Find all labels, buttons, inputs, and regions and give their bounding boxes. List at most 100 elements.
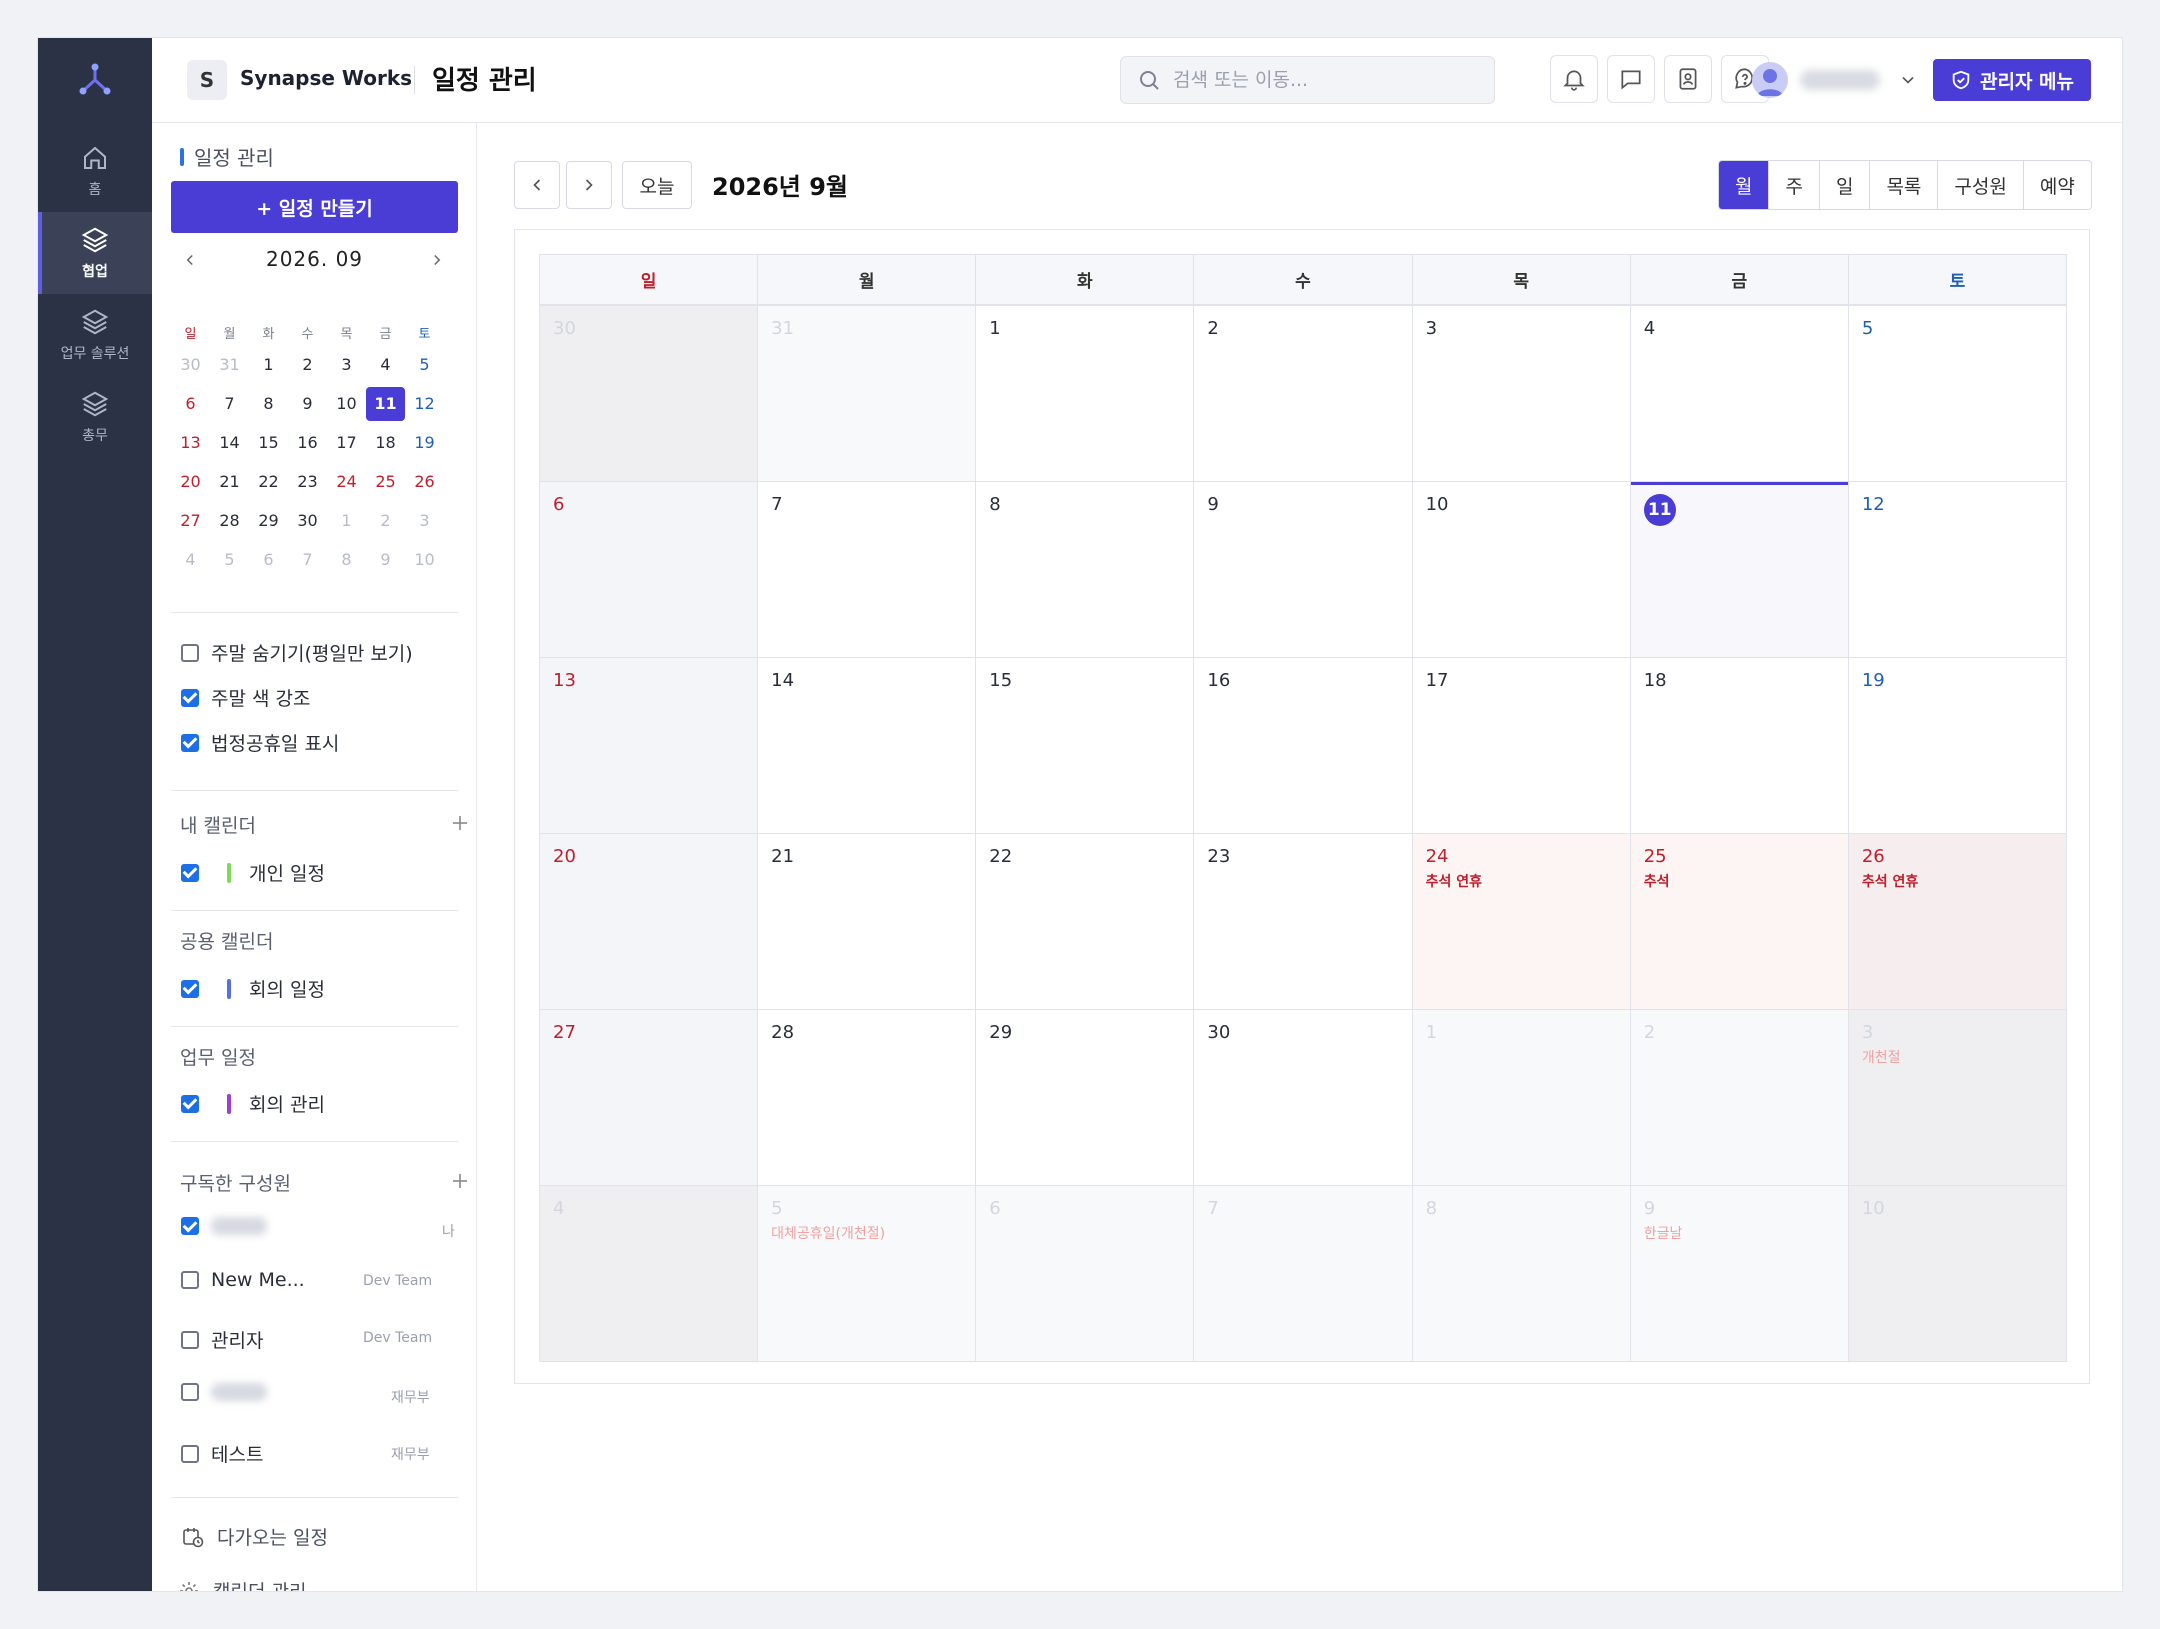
mini-calendar-day[interactable]: 30 [171, 348, 210, 382]
calendar-day-cell[interactable]: 11 [1629, 482, 1848, 657]
calendar-day-cell[interactable]: 10 [1847, 1186, 2066, 1361]
calendar-day-cell[interactable]: 8 [975, 482, 1193, 657]
mini-calendar-day[interactable]: 2 [366, 504, 405, 538]
checkbox[interactable] [181, 1330, 199, 1349]
calendar-day-cell[interactable]: 31 [757, 306, 976, 481]
create-event-button[interactable]: + 일정 만들기 [171, 181, 458, 233]
holiday-label[interactable]: 한글날 [1644, 1223, 1835, 1243]
checkbox[interactable] [181, 1444, 199, 1463]
mini-calendar-day[interactable]: 16 [288, 426, 327, 460]
mini-calendar-day[interactable]: 19 [405, 426, 444, 460]
calendar-day-cell[interactable]: 6 [540, 482, 758, 657]
checkbox[interactable] [181, 979, 199, 998]
calendar-day-cell[interactable]: 1 [975, 306, 1193, 481]
checkbox[interactable] [181, 733, 199, 752]
calendar-day-cell[interactable]: 27 [540, 1010, 758, 1185]
view-week-button[interactable]: 주 [1768, 161, 1818, 209]
holiday-label[interactable]: 추석 연휴 [1862, 871, 2053, 891]
mini-calendar-day[interactable]: 20 [171, 465, 210, 499]
view-month-button[interactable]: 월 [1719, 161, 1769, 209]
option-show-holidays[interactable]: 법정공휴일 표시 [181, 729, 451, 756]
mini-calendar-day[interactable]: 15 [249, 426, 288, 460]
mini-calendar-day[interactable]: 1 [249, 348, 288, 382]
upcoming-events-link[interactable]: 다가오는 일정 [181, 1523, 328, 1550]
calendar-day-cell[interactable]: 2 [1193, 306, 1411, 481]
calendar-day-cell[interactable]: 14 [757, 658, 975, 833]
calendar-day-cell[interactable]: 6 [975, 1186, 1194, 1361]
calendar-personal[interactable]: 개인 일정 [181, 859, 451, 886]
user-menu[interactable] [1752, 58, 1918, 102]
mini-calendar-day[interactable]: 4 [366, 348, 405, 382]
mini-calendar-day[interactable]: 22 [249, 465, 288, 499]
calendar-day-cell[interactable]: 9 [1193, 482, 1411, 657]
mini-calendar-day[interactable]: 18 [366, 426, 405, 460]
rail-item-collab[interactable]: 협업 [38, 212, 152, 294]
calendar-day-cell[interactable]: 13 [540, 658, 758, 833]
mini-calendar-day[interactable]: 5 [405, 348, 444, 382]
mini-calendar-day[interactable]: 11 [366, 386, 405, 421]
mini-calendar-day[interactable]: 8 [327, 543, 366, 577]
calendar-day-cell[interactable]: 16 [1193, 658, 1411, 833]
view-day-button[interactable]: 일 [1818, 161, 1869, 209]
holiday-label[interactable]: 추석 연휴 [1426, 871, 1617, 891]
today-button[interactable]: 오늘 [622, 161, 692, 209]
mini-calendar-day[interactable]: 17 [327, 426, 366, 460]
mini-calendar-day[interactable]: 2 [288, 348, 327, 382]
add-member-icon[interactable] [450, 1171, 470, 1191]
calendar-day-cell[interactable]: 8 [1411, 1186, 1630, 1361]
mini-calendar-day[interactable]: 24 [327, 465, 366, 499]
mini-calendar-day[interactable]: 30 [288, 504, 327, 538]
mini-calendar-day[interactable]: 1 [327, 504, 366, 538]
calendar-meetings[interactable]: 회의 일정 [181, 975, 451, 1002]
calendar-day-cell[interactable]: 4 [1629, 306, 1848, 481]
calendar-day-cell[interactable]: 18 [1629, 658, 1848, 833]
calendar-day-cell[interactable]: 26 추석 연휴 [1847, 834, 2066, 1009]
checkbox[interactable] [181, 1094, 199, 1113]
rail-item-home[interactable]: 홈 [38, 130, 152, 212]
checkbox[interactable] [181, 688, 199, 707]
calendar-day-cell[interactable]: 29 [975, 1010, 1193, 1185]
view-list-button[interactable]: 목록 [1869, 161, 1937, 209]
workspace-name[interactable]: Synapse Works [240, 66, 412, 90]
calendar-day-cell[interactable]: 21 [757, 834, 975, 1009]
mini-calendar-day[interactable]: 5 [210, 543, 249, 577]
calendar-day-cell[interactable]: 25 추석 [1629, 834, 1848, 1009]
calendar-day-cell[interactable]: 30 [540, 306, 758, 481]
calendar-day-cell[interactable]: 7 [1193, 1186, 1412, 1361]
calendar-day-cell[interactable]: 5 [1847, 306, 2066, 481]
holiday-label[interactable]: 개천절 [1862, 1047, 2053, 1067]
calendar-day-cell[interactable]: 4 [540, 1186, 758, 1361]
mini-calendar-day[interactable]: 10 [405, 543, 444, 577]
mini-calendar-day[interactable]: 12 [405, 387, 444, 421]
workspace-badge[interactable]: S [187, 60, 227, 100]
rail-item-general-affairs[interactable]: 총무 [38, 376, 152, 458]
mini-calendar-day[interactable]: 26 [405, 465, 444, 499]
calendar-day-cell[interactable]: 3 개천절 [1847, 1010, 2066, 1185]
mini-calendar-day[interactable]: 31 [210, 348, 249, 382]
calendar-settings-link[interactable]: 캘린더 관리 [177, 1577, 306, 1591]
mini-calendar-day[interactable]: 29 [249, 504, 288, 538]
calendar-day-cell[interactable]: 17 [1411, 658, 1630, 833]
mini-calendar-day[interactable]: 8 [249, 387, 288, 421]
messages-button[interactable] [1607, 55, 1655, 103]
mini-calendar-day[interactable]: 25 [366, 465, 405, 499]
option-hide-weekends[interactable]: 주말 숨기기(평일만 보기) [181, 639, 451, 666]
mini-calendar-day[interactable]: 3 [405, 504, 444, 538]
calendar-day-cell[interactable]: 23 [1193, 834, 1411, 1009]
search-box[interactable] [1120, 56, 1495, 104]
calendar-day-cell[interactable]: 9 한글날 [1629, 1186, 1848, 1361]
admin-menu-button[interactable]: 관리자 메뉴 [1933, 59, 2091, 101]
holiday-label[interactable]: 추석 [1644, 871, 1835, 891]
calendar-day-cell[interactable]: 3 [1411, 306, 1630, 481]
search-input[interactable] [1173, 69, 1473, 91]
rail-item-work-solution[interactable]: 업무 솔루션 [38, 294, 152, 376]
mini-calendar-day[interactable]: 27 [171, 504, 210, 538]
checkbox[interactable] [181, 1383, 199, 1401]
mini-calendar-day[interactable]: 6 [249, 543, 288, 577]
mini-calendar-day[interactable]: 10 [327, 387, 366, 421]
calendar-day-cell[interactable]: 1 [1411, 1010, 1630, 1185]
mini-calendar-day[interactable]: 9 [288, 387, 327, 421]
mini-calendar-day[interactable]: 6 [171, 387, 210, 421]
calendar-day-cell[interactable]: 30 [1193, 1010, 1411, 1185]
calendar-meeting-management[interactable]: 회의 관리 [181, 1090, 451, 1117]
